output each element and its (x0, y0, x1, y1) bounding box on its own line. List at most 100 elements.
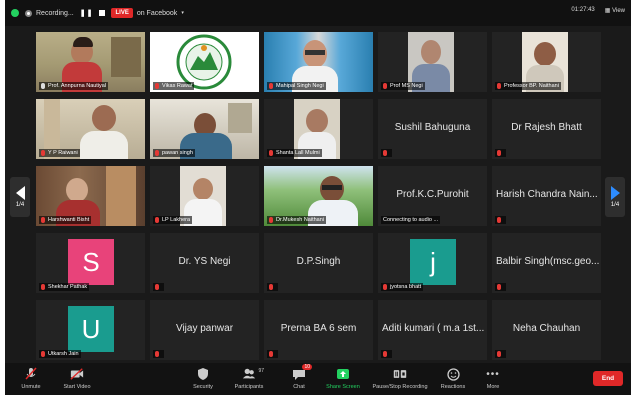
participant-status (495, 216, 506, 224)
participant-tile[interactable]: j jyotsna bhatt (378, 233, 487, 293)
page-indicator-left: 1/4 (15, 202, 25, 208)
participant-tile[interactable]: Prof MS Negi (378, 32, 487, 92)
mic-muted-icon (41, 351, 45, 357)
end-meeting-button[interactable]: End (593, 371, 623, 386)
security-button[interactable]: Security (177, 367, 229, 390)
video-off-icon (70, 367, 84, 381)
mic-muted-icon (497, 351, 501, 357)
mic-muted-icon (497, 150, 501, 156)
participant-tile[interactable]: Y P Raiwani (36, 99, 145, 159)
participant-tile[interactable]: D.P.Singh (264, 233, 373, 293)
shield-icon (196, 367, 210, 381)
smiley-icon (446, 367, 460, 381)
participant-tile[interactable]: Harish Chandra Nain... (492, 166, 601, 226)
participant-name: Vikas Rawat (153, 82, 195, 90)
participant-name: LP Lakhera (153, 216, 193, 224)
participant-status (267, 283, 278, 291)
mic-muted-icon (383, 150, 387, 156)
previous-page-button[interactable]: 1/4 (10, 177, 30, 217)
more-button[interactable]: ••• More (467, 367, 519, 391)
pause-stop-recording-button[interactable]: Pause/Stop Recording (365, 367, 435, 390)
page-indicator-right: 1/4 (610, 202, 620, 208)
participant-name: Shekhar Pathak (39, 283, 90, 291)
participant-display-name: Harish Chandra Nain... (496, 189, 598, 200)
unmute-button[interactable]: Unmute (5, 367, 57, 390)
participant-tile[interactable]: pawan singh (150, 99, 259, 159)
arrow-left-icon (15, 186, 25, 200)
mic-muted-icon (269, 284, 273, 290)
participant-name: Prof. Annpurna Nautiyal (39, 82, 109, 90)
mic-muted-icon (155, 217, 159, 223)
participant-tile[interactable]: S Shekhar Pathak (36, 233, 145, 293)
participant-name: Dr.Mukesh Naithani (267, 216, 326, 224)
mic-muted-icon (41, 217, 45, 223)
participant-status (495, 149, 506, 157)
recording-indicator[interactable]: Recording... (25, 9, 74, 17)
participant-tile[interactable]: Balbir Singh(msc.geo... (492, 233, 601, 293)
participant-display-name: Neha Chauhan (512, 323, 581, 334)
participant-tile[interactable]: Neha Chauhan (492, 300, 601, 360)
meeting-toolbar: Unmute Start Video Security 97 Participa… (5, 363, 631, 395)
next-page-button[interactable]: 1/4 (605, 177, 625, 217)
participants-button[interactable]: 97 Participants (223, 367, 275, 390)
participant-tile[interactable]: Vikas Rawat (150, 32, 259, 92)
participant-tile[interactable]: Prof. Annpurna Nautiyal (36, 32, 145, 92)
participant-status (153, 283, 164, 291)
live-stream-indicator[interactable]: LIVE on Facebook ▾ (111, 8, 184, 18)
mic-muted-icon (24, 367, 38, 381)
participant-tile[interactable]: Dr Rajesh Bhatt (492, 99, 601, 159)
start-video-button[interactable]: Start Video (51, 367, 103, 390)
participant-status (495, 283, 506, 291)
participant-tile[interactable]: Aditi kumari ( m.a 1st... (378, 300, 487, 360)
participant-tile[interactable]: Vijay panwar (150, 300, 259, 360)
mic-muted-icon (41, 284, 45, 290)
participant-tile[interactable]: LP Lakhera (150, 166, 259, 226)
arrow-right-icon (610, 186, 620, 200)
participant-tile[interactable]: Prerna BA 6 sem (264, 300, 373, 360)
participant-tile[interactable]: Prof.K.C.Purohit Connecting to audio ... (378, 166, 487, 226)
participant-display-name: Dr Rajesh Bhatt (511, 122, 582, 133)
participant-status: Connecting to audio ... (381, 216, 441, 224)
chat-unread-badge: 10 (302, 364, 312, 370)
chat-icon: 10 (292, 364, 312, 381)
participant-name: pawan singh (153, 149, 195, 157)
stop-recording-button[interactable] (99, 10, 106, 16)
record-icon (25, 9, 32, 17)
participant-display-name: Sushil Bahuguna (394, 122, 471, 133)
participant-display-name: Balbir Singh(msc.geo... (496, 256, 600, 267)
mic-muted-icon (41, 150, 45, 156)
avatar: U (68, 306, 114, 352)
more-dots-icon: ••• (486, 368, 500, 380)
participant-status (381, 149, 392, 157)
mic-muted-icon (269, 217, 273, 223)
avatar: S (68, 239, 114, 285)
participant-name: Harshwanti Bisht (39, 216, 92, 224)
mic-muted-icon (155, 83, 159, 89)
zoom-meeting-window: Recording... ❚❚ LIVE on Facebook ▾ 01:27… (5, 0, 631, 395)
participant-status (381, 350, 392, 358)
stream-target: on Facebook (136, 9, 178, 17)
participant-tile[interactable]: Mahipal Singh Negi (264, 32, 373, 92)
participant-tile[interactable]: Sushil Bahuguna (378, 99, 487, 159)
participant-tile[interactable]: Dr. YS Negi (150, 233, 259, 293)
mic-muted-icon (497, 83, 501, 89)
participant-tile[interactable]: Shanta Lall Mulmi (264, 99, 373, 159)
pause-stop-icon (393, 367, 407, 381)
security-shield-icon[interactable] (11, 9, 19, 17)
participant-tile[interactable]: Professor BP. Naithani (492, 32, 601, 92)
participant-tile[interactable]: U Utkarsh Jain (36, 300, 145, 360)
mic-muted-icon (269, 351, 273, 357)
share-screen-icon (336, 367, 350, 381)
avatar: j (410, 239, 456, 285)
participant-display-name: D.P.Singh (296, 256, 341, 267)
share-screen-button[interactable]: Share Screen (317, 367, 369, 390)
participant-tile[interactable]: Dr.Mukesh Naithani (264, 166, 373, 226)
mic-muted-icon (383, 351, 387, 357)
participant-name: Shanta Lall Mulmi (267, 149, 322, 157)
view-button[interactable]: ▦ View (605, 7, 625, 14)
pause-recording-button[interactable]: ❚❚ (80, 9, 94, 17)
participant-tile[interactable]: Harshwanti Bisht (36, 166, 145, 226)
top-bar: Recording... ❚❚ LIVE on Facebook ▾ 01:27… (5, 0, 631, 26)
chevron-down-icon: ▾ (181, 10, 184, 16)
gallery-grid: Prof. Annpurna Nautiyal Vikas Rawat Mahi… (36, 32, 602, 360)
